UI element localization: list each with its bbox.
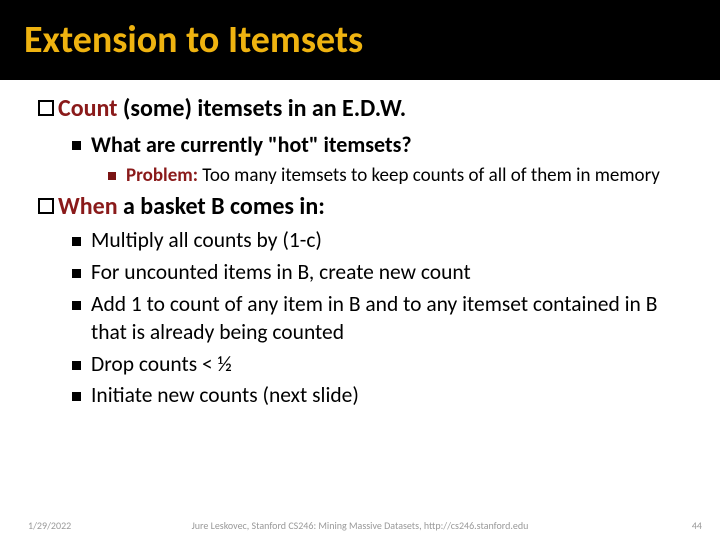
slide-content: Count (some) itemsets in an E.D.W. What … [0, 80, 720, 410]
small-square-icon [108, 172, 116, 180]
sub-hot-itemsets: What are currently "hot" itemsets? [38, 131, 682, 158]
box-bullet-icon [38, 198, 54, 214]
list-item: Drop counts < ½ [72, 351, 682, 379]
title-bar: Extension to Itemsets [0, 0, 720, 80]
point-when: When a basket B comes in: [38, 192, 682, 221]
point-when-text: When a basket B comes in: [58, 192, 325, 221]
list-item-text: Drop counts < ½ [91, 351, 232, 379]
square-bullet-icon [72, 237, 81, 246]
sub-problem: Problem: Too many itemsets to keep count… [38, 164, 682, 188]
footer: 1/29/2022 Jure Leskovec, Stanford CS246:… [0, 519, 720, 532]
footer-credit: Jure Leskovec, Stanford CS246: Mining Ma… [192, 519, 529, 532]
point-count-text: Count (some) itemsets in an E.D.W. [58, 94, 406, 123]
list-item: Add 1 to count of any item in B and to a… [72, 291, 682, 347]
list-item: Multiply all counts by (1-c) [72, 227, 682, 255]
square-bullet-icon [72, 269, 81, 278]
list-item-text: Multiply all counts by (1-c) [91, 227, 322, 255]
point-count: Count (some) itemsets in an E.D.W. [38, 94, 682, 123]
list-item-text: For uncounted items in B, create new cou… [91, 259, 471, 287]
sub-problem-text: Problem: Too many itemsets to keep count… [126, 164, 660, 188]
footer-page: 44 [692, 519, 702, 532]
sub-problem-label: Problem: [126, 164, 198, 187]
square-bullet-icon [72, 361, 81, 370]
point-when-prefix: When [58, 192, 118, 221]
point-count-rest: (some) itemsets in an E.D.W. [117, 94, 406, 123]
footer-date: 1/29/2022 [28, 519, 71, 532]
list-item: For uncounted items in B, create new cou… [72, 259, 682, 287]
list-item: Initiate new counts (next slide) [72, 382, 682, 410]
square-bullet-icon [72, 301, 81, 310]
list-item-text: Add 1 to count of any item in B and to a… [91, 291, 682, 347]
square-bullet-icon [72, 392, 81, 401]
point-count-prefix: Count [58, 94, 117, 123]
steps-list: Multiply all counts by (1-c) For uncount… [38, 227, 682, 411]
slide-title: Extension to Itemsets [24, 17, 363, 63]
sub-problem-rest: Too many itemsets to keep counts of all … [198, 164, 660, 187]
square-bullet-icon [72, 141, 81, 150]
box-bullet-icon [38, 100, 54, 116]
sub-hot-itemsets-text: What are currently "hot" itemsets? [91, 131, 412, 158]
point-when-rest: a basket B comes in: [118, 192, 325, 221]
list-item-text: Initiate new counts (next slide) [91, 382, 359, 410]
